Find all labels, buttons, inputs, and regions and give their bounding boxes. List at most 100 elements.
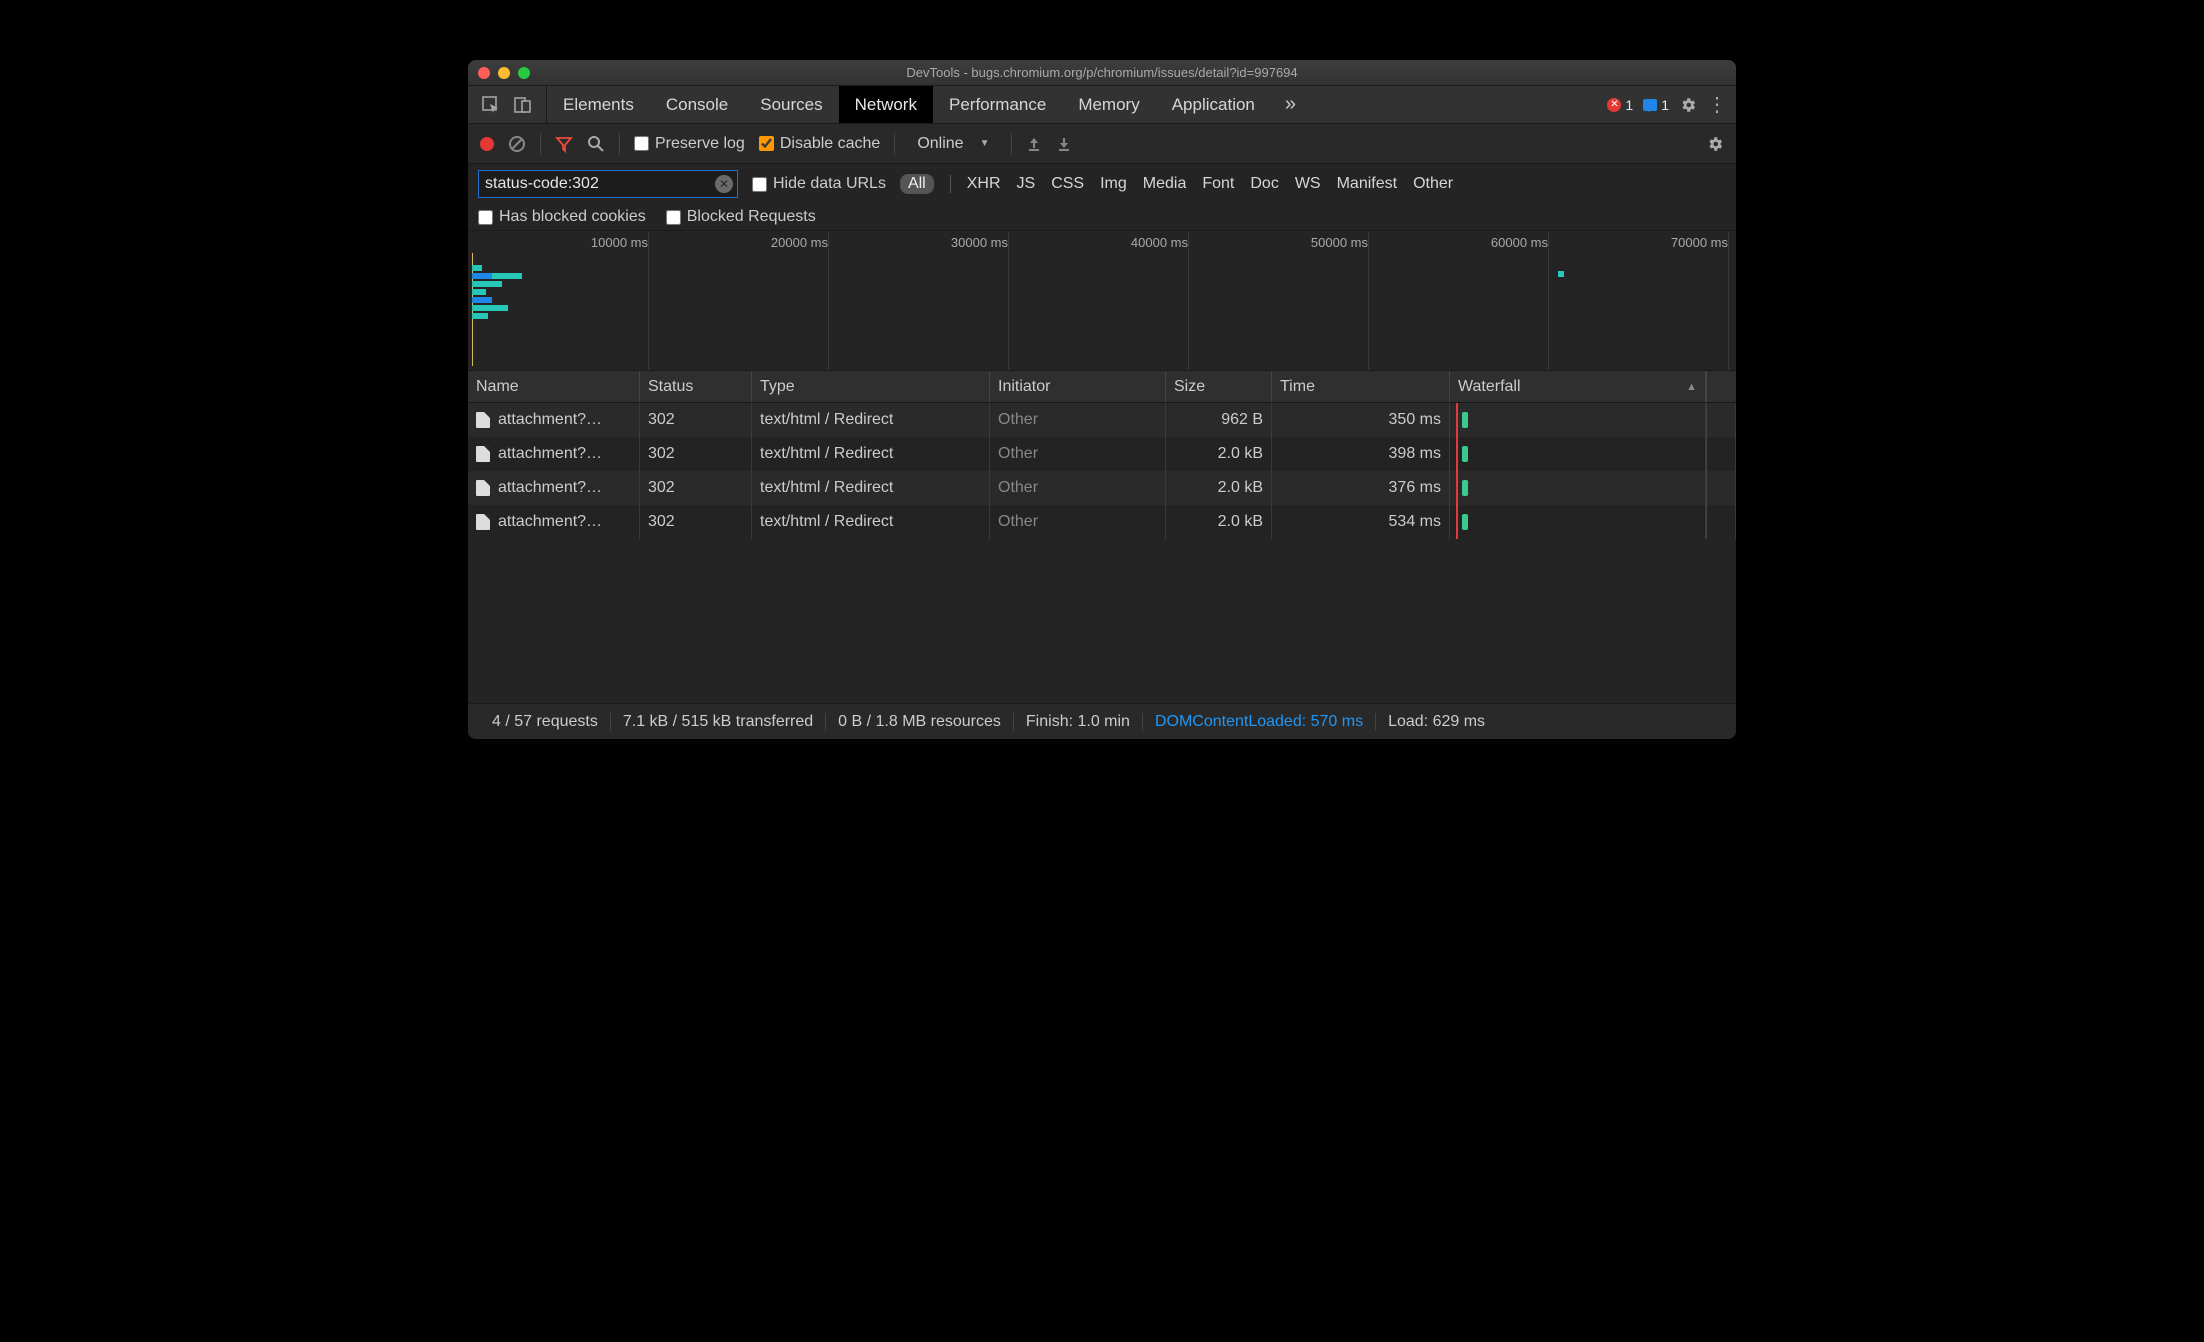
inspect-element-icon[interactable] <box>482 96 500 114</box>
cell-initiator: Other <box>990 437 1166 471</box>
settings-icon[interactable] <box>1679 96 1697 114</box>
network-toolbar: Preserve log Disable cache Online ▼ <box>468 124 1736 164</box>
error-count-value: 1 <box>1625 97 1633 113</box>
cell-size: 2.0 kB <box>1166 437 1272 471</box>
cell-name: attachment?… <box>468 403 640 437</box>
tab-network[interactable]: Network <box>839 86 933 123</box>
tab-console[interactable]: Console <box>650 86 744 123</box>
throttling-value: Online <box>917 135 963 153</box>
close-window-button[interactable] <box>478 67 490 79</box>
cell-type: text/html / Redirect <box>752 403 990 437</box>
maximize-window-button[interactable] <box>518 67 530 79</box>
cell-initiator: Other <box>990 471 1166 505</box>
has-blocked-cookies-checkbox[interactable]: Has blocked cookies <box>478 208 646 226</box>
file-icon <box>476 480 490 496</box>
blocked-requests-label: Blocked Requests <box>687 208 816 226</box>
has-blocked-cookies-label: Has blocked cookies <box>499 208 646 226</box>
overview-tick: 60000 ms <box>1491 235 1548 250</box>
filter-type-media[interactable]: Media <box>1143 175 1187 193</box>
status-resources: 0 B / 1.8 MB resources <box>825 713 1013 731</box>
filter-type-ws[interactable]: WS <box>1295 175 1321 193</box>
disable-cache-checkbox[interactable]: Disable cache <box>759 135 881 153</box>
cell-name: attachment?… <box>468 437 640 471</box>
requests-table-body: attachment?…302text/html / RedirectOther… <box>468 403 1736 703</box>
status-transferred: 7.1 kB / 515 kB transferred <box>610 713 825 731</box>
download-har-icon[interactable] <box>1056 136 1072 152</box>
cell-time: 534 ms <box>1272 505 1450 539</box>
column-waterfall[interactable]: Waterfall ▲ <box>1450 371 1706 402</box>
message-count-badge[interactable]: 1 <box>1643 97 1669 113</box>
preserve-log-checkbox[interactable]: Preserve log <box>634 135 745 153</box>
upload-har-icon[interactable] <box>1026 136 1042 152</box>
cell-size: 962 B <box>1166 403 1272 437</box>
filter-type-img[interactable]: Img <box>1100 175 1127 193</box>
table-row[interactable]: attachment?…302text/html / RedirectOther… <box>468 437 1736 471</box>
throttling-select[interactable]: Online ▼ <box>909 135 997 153</box>
error-count-badge[interactable]: ✕ 1 <box>1607 97 1633 113</box>
filter-type-all[interactable]: All <box>900 174 934 194</box>
cell-type: text/html / Redirect <box>752 437 990 471</box>
table-row[interactable]: attachment?…302text/html / RedirectOther… <box>468 471 1736 505</box>
table-row[interactable]: attachment?…302text/html / RedirectOther… <box>468 403 1736 437</box>
clear-icon[interactable] <box>508 135 526 153</box>
device-toolbar-icon[interactable] <box>514 96 532 114</box>
tab-memory[interactable]: Memory <box>1062 86 1155 123</box>
error-icon: ✕ <box>1607 98 1621 112</box>
column-scrollbar-spacer <box>1706 371 1736 402</box>
column-name[interactable]: Name <box>468 371 640 402</box>
search-icon[interactable] <box>587 135 605 153</box>
filter-type-css[interactable]: CSS <box>1051 175 1084 193</box>
filter-type-doc[interactable]: Doc <box>1250 175 1278 193</box>
column-initiator[interactable]: Initiator <box>990 371 1166 402</box>
cell-waterfall <box>1450 437 1706 471</box>
cell-time: 350 ms <box>1272 403 1450 437</box>
status-bar: 4 / 57 requests 7.1 kB / 515 kB transfer… <box>468 703 1736 739</box>
requests-table-header: Name Status Type Initiator Size Time Wat… <box>468 371 1736 403</box>
status-finish: Finish: 1.0 min <box>1013 713 1142 731</box>
tab-performance[interactable]: Performance <box>933 86 1062 123</box>
filter-type-manifest[interactable]: Manifest <box>1337 175 1397 193</box>
table-row[interactable]: attachment?…302text/html / RedirectOther… <box>468 505 1736 539</box>
column-type[interactable]: Type <box>752 371 990 402</box>
filter-input-container: ✕ <box>478 170 738 198</box>
column-status[interactable]: Status <box>640 371 752 402</box>
cell-waterfall <box>1450 471 1706 505</box>
minimize-window-button[interactable] <box>498 67 510 79</box>
blocked-requests-checkbox[interactable]: Blocked Requests <box>666 208 816 226</box>
filter-icon[interactable] <box>555 135 573 153</box>
cell-waterfall <box>1450 403 1706 437</box>
titlebar: DevTools - bugs.chromium.org/p/chromium/… <box>468 60 1736 86</box>
status-load: Load: 629 ms <box>1375 713 1497 731</box>
cell-time: 398 ms <box>1272 437 1450 471</box>
more-tabs-button[interactable]: » <box>1271 86 1310 123</box>
hide-data-urls-checkbox[interactable]: Hide data URLs <box>752 175 886 193</box>
record-button[interactable] <box>480 137 494 151</box>
sort-ascending-icon: ▲ <box>1686 381 1697 393</box>
window-title: DevTools - bugs.chromium.org/p/chromium/… <box>468 65 1736 80</box>
filter-type-xhr[interactable]: XHR <box>967 175 1001 193</box>
timeline-overview[interactable]: 10000 ms20000 ms30000 ms40000 ms50000 ms… <box>468 231 1736 371</box>
overview-activity-bars <box>472 265 522 321</box>
filter-type-js[interactable]: JS <box>1017 175 1036 193</box>
column-size[interactable]: Size <box>1166 371 1272 402</box>
file-icon <box>476 412 490 428</box>
disable-cache-label: Disable cache <box>780 135 881 153</box>
more-options-icon[interactable]: ⋮ <box>1707 92 1726 117</box>
cell-status: 302 <box>640 471 752 505</box>
overview-tick: 20000 ms <box>771 235 828 250</box>
filter-input[interactable] <box>485 175 737 193</box>
cell-size: 2.0 kB <box>1166 505 1272 539</box>
filter-type-other[interactable]: Other <box>1413 175 1453 193</box>
filter-type-font[interactable]: Font <box>1202 175 1234 193</box>
clear-filter-icon[interactable]: ✕ <box>715 175 733 193</box>
overview-tick: 70000 ms <box>1671 235 1728 250</box>
tab-application[interactable]: Application <box>1156 86 1271 123</box>
main-tabstrip: ElementsConsoleSourcesNetworkPerformance… <box>468 86 1736 124</box>
filter-bar: ✕ Hide data URLs All XHR JS CSS Img Media Font… <box>468 164 1736 231</box>
cell-type: text/html / Redirect <box>752 471 990 505</box>
tab-elements[interactable]: Elements <box>547 86 650 123</box>
tab-sources[interactable]: Sources <box>744 86 838 123</box>
network-settings-icon[interactable] <box>1706 135 1724 153</box>
cell-initiator: Other <box>990 505 1166 539</box>
column-time[interactable]: Time <box>1272 371 1450 402</box>
